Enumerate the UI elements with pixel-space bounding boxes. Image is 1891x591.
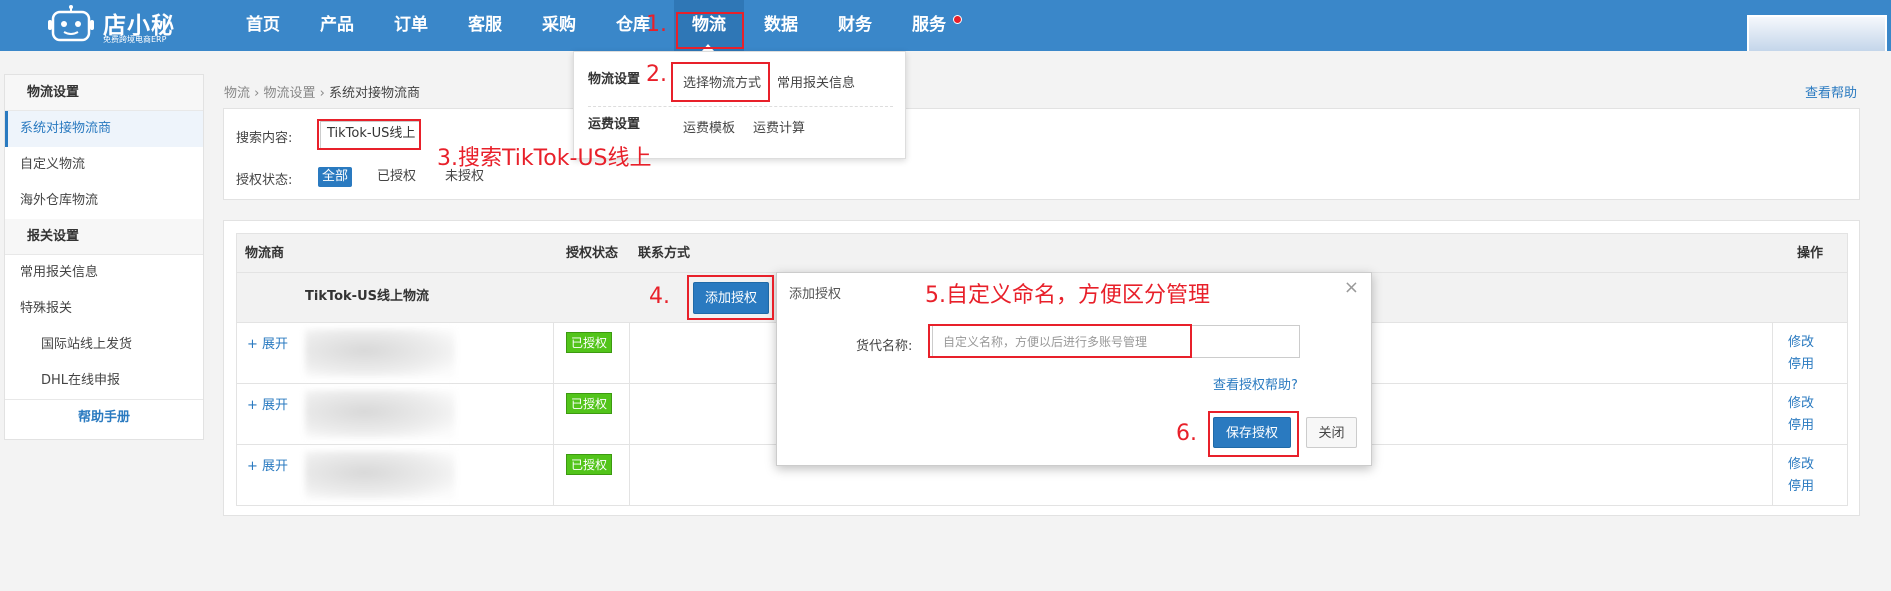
nav-orders[interactable]: 订单 — [394, 0, 428, 51]
user-account-box[interactable] — [1747, 15, 1887, 51]
annotation-step-3: 3.搜索TikTok-US线上 — [437, 146, 652, 171]
sidebar-group-logistics: 物流设置 — [5, 75, 203, 111]
disable-link[interactable]: 停用 — [1788, 414, 1814, 433]
header-auth-status: 授权状态 — [566, 246, 619, 261]
auth-help-link[interactable]: 查看授权帮助? — [1213, 374, 1298, 393]
breadcrumb-settings[interactable]: 物流设置 — [264, 86, 316, 101]
menu-item-select-method[interactable]: 选择物流方式 — [683, 72, 761, 91]
header-contact: 联系方式 — [638, 246, 691, 261]
brand-logo[interactable]: 店小秘 免费跨境电商ERP — [47, 3, 177, 45]
help-manual-link[interactable]: 帮助手册 — [5, 399, 203, 435]
column-divider — [1772, 323, 1773, 383]
notification-dot — [953, 15, 962, 24]
column-divider — [629, 445, 630, 505]
menu-item-freight-calc[interactable]: 运费计算 — [753, 117, 805, 136]
forwarder-name-label: 货代名称: — [856, 339, 913, 354]
nav-home[interactable]: 首页 — [246, 0, 280, 51]
expand-link[interactable]: + 展开 — [247, 394, 288, 413]
forwarder-name-input[interactable] — [932, 325, 1300, 358]
dropdown-divider — [588, 106, 893, 107]
nav-products[interactable]: 产品 — [320, 0, 354, 51]
disable-link[interactable]: 停用 — [1788, 353, 1814, 372]
status-badge: 已授权 — [566, 332, 613, 353]
status-filter-authorized[interactable]: 已授权 — [377, 167, 416, 187]
view-help-link[interactable]: 查看帮助 — [1805, 82, 1857, 101]
blurred-account-name — [305, 451, 455, 499]
carrier-group-name: TikTok-US线上物流 — [305, 289, 430, 304]
annotation-step-5: 5.自定义命名，方便区分管理 — [925, 283, 1210, 308]
status-filter-all[interactable]: 全部 — [318, 167, 353, 187]
sidebar-item-dhl-declaration[interactable]: DHL在线申报 — [5, 363, 203, 399]
breadcrumb: 物流 › 物流设置 › 系统对接物流商 — [224, 82, 420, 101]
disable-link[interactable]: 停用 — [1788, 475, 1814, 494]
breadcrumb-current: 系统对接物流商 — [329, 86, 421, 101]
sidebar-item-special-customs[interactable]: 特殊报关 — [5, 291, 203, 327]
column-divider — [553, 323, 554, 383]
search-label: 搜索内容: — [236, 131, 293, 146]
breadcrumb-logistics[interactable]: 物流 — [224, 86, 250, 101]
sidebar-item-system-carriers[interactable]: 系统对接物流商 — [5, 111, 203, 147]
sidebar-item-intl-online-shipping[interactable]: 国际站线上发货 — [5, 327, 203, 363]
column-divider — [629, 384, 630, 444]
column-divider — [553, 384, 554, 444]
search-input[interactable]: TikTok-US线上 — [320, 121, 420, 149]
dropdown-heading-logistics: 物流设置 — [588, 72, 641, 87]
nav-finance[interactable]: 财务 — [838, 0, 872, 51]
save-authorization-button[interactable]: 保存授权 — [1213, 417, 1291, 448]
robot-logo-icon — [48, 5, 94, 42]
breadcrumb-separator-icon: › — [254, 86, 264, 101]
blurred-account-name — [305, 329, 455, 377]
edit-link[interactable]: 修改 — [1788, 453, 1814, 472]
sidebar: 物流设置 系统对接物流商 自定义物流 海外仓库物流 报关设置 常用报关信息 特殊… — [4, 74, 204, 440]
edit-link[interactable]: 修改 — [1788, 392, 1814, 411]
close-icon[interactable]: × — [1344, 277, 1359, 298]
top-nav-bar: 店小秘 免费跨境电商ERP 首页 产品 订单 客服 采购 仓库 物流 数据 财务… — [0, 0, 1891, 51]
nav-caret-icon — [702, 44, 714, 51]
column-divider — [1772, 445, 1773, 505]
nav-purchase[interactable]: 采购 — [542, 0, 576, 51]
expand-link[interactable]: + 展开 — [247, 455, 288, 474]
column-divider — [629, 323, 630, 383]
edit-link[interactable]: 修改 — [1788, 331, 1814, 350]
nav-services[interactable]: 服务 — [912, 0, 946, 51]
annotation-step-1: 1. — [646, 12, 667, 37]
nav-warehouse[interactable]: 仓库 — [616, 0, 650, 51]
annotation-step-4: 4. — [649, 284, 670, 309]
sidebar-item-overseas-warehouse[interactable]: 海外仓库物流 — [5, 183, 203, 219]
menu-item-customs-info[interactable]: 常用报关信息 — [777, 72, 855, 91]
table-header: 物流商 授权状态 联系方式 操作 — [236, 233, 1848, 273]
breadcrumb-separator-icon: › — [319, 86, 329, 101]
add-authorization-button[interactable]: 添加授权 — [693, 282, 769, 314]
annotation-step-2: 2. — [646, 62, 667, 87]
blurred-account-name — [305, 390, 455, 438]
annotation-step-6: 6. — [1176, 421, 1197, 446]
nav-customer-service[interactable]: 客服 — [468, 0, 502, 51]
sidebar-item-custom-logistics[interactable]: 自定义物流 — [5, 147, 203, 183]
status-badge: 已授权 — [566, 454, 613, 475]
expand-link[interactable]: + 展开 — [247, 333, 288, 352]
dropdown-heading-freight: 运费设置 — [588, 117, 641, 132]
header-operations: 操作 — [1797, 246, 1824, 261]
sidebar-item-customs-info[interactable]: 常用报关信息 — [5, 255, 203, 291]
status-badge: 已授权 — [566, 393, 613, 414]
menu-item-freight-template[interactable]: 运费模板 — [683, 117, 735, 136]
column-divider — [553, 445, 554, 505]
sidebar-group-customs: 报关设置 — [5, 219, 203, 255]
brand-tagline: 免费跨境电商ERP — [103, 35, 167, 44]
nav-data[interactable]: 数据 — [764, 0, 798, 51]
header-carrier: 物流商 — [245, 246, 285, 261]
auth-status-label: 授权状态: — [236, 173, 293, 188]
column-divider — [1772, 384, 1773, 444]
close-modal-button[interactable]: 关闭 — [1306, 417, 1357, 448]
modal-title: 添加授权 — [789, 287, 842, 302]
